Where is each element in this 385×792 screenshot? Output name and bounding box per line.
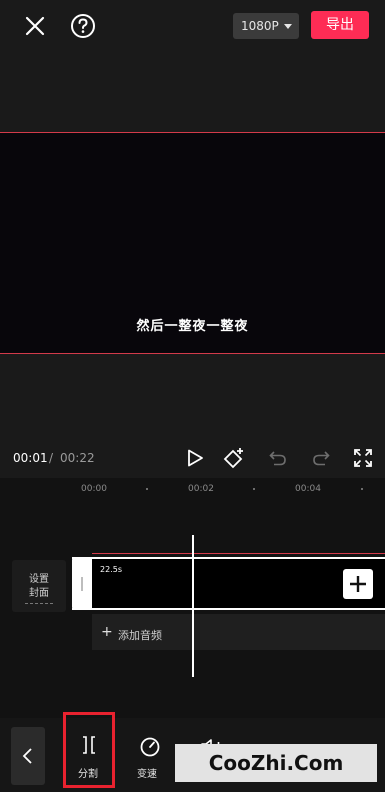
playhead[interactable] bbox=[192, 535, 194, 677]
chevron-left-icon bbox=[22, 748, 32, 764]
close-icon[interactable] bbox=[22, 13, 48, 39]
current-time: 00:01 bbox=[13, 451, 48, 465]
keyframe-icon[interactable] bbox=[222, 446, 246, 470]
trim-handle-grip bbox=[81, 577, 83, 591]
clip-top-marker bbox=[92, 553, 385, 554]
back-button[interactable] bbox=[11, 727, 45, 785]
undo-icon[interactable] bbox=[268, 448, 288, 468]
resolution-dropdown[interactable]: 1080P bbox=[233, 13, 299, 39]
plus-icon: + bbox=[101, 624, 113, 640]
play-icon[interactable] bbox=[185, 448, 205, 468]
cover-label-line1: 设置 bbox=[29, 574, 49, 585]
resolution-label: 1080P bbox=[241, 19, 279, 33]
speed-icon bbox=[140, 737, 160, 757]
split-label: 分割 bbox=[78, 769, 98, 780]
split-icon bbox=[83, 736, 95, 754]
ruler-dot bbox=[361, 488, 363, 490]
clip-duration: 22.5s bbox=[100, 565, 122, 574]
ruler-label: 00:04 bbox=[295, 484, 321, 494]
cover-label-line2: 封面 bbox=[29, 588, 49, 599]
speed-tool-button[interactable]: 变速 bbox=[130, 732, 170, 782]
total-time: 00:22 bbox=[60, 451, 95, 465]
speed-label: 变速 bbox=[137, 769, 157, 780]
add-audio-label: 添加音频 bbox=[118, 629, 162, 642]
help-icon[interactable] bbox=[69, 12, 97, 40]
fullscreen-icon[interactable] bbox=[353, 448, 373, 468]
split-tool-button[interactable]: 分割 bbox=[63, 712, 115, 788]
ruler-label: 00:02 bbox=[188, 484, 214, 494]
ruler-dot bbox=[146, 488, 148, 490]
redo-icon[interactable] bbox=[311, 448, 331, 468]
cover-divider bbox=[25, 603, 53, 605]
time-separator: / bbox=[49, 451, 54, 465]
subtitle-text: 然后一整夜一整夜 bbox=[136, 319, 249, 334]
ruler-label: 00:00 bbox=[81, 484, 107, 494]
caret-down-icon bbox=[284, 24, 292, 29]
add-clip-icon[interactable] bbox=[343, 569, 373, 599]
ruler-dot bbox=[253, 488, 255, 490]
video-preview[interactable]: 然后一整夜一整夜 bbox=[0, 132, 385, 354]
export-button[interactable]: 导出 bbox=[311, 11, 369, 39]
watermark: CooZhi.Com bbox=[175, 744, 377, 782]
set-cover-button[interactable]: 设置 封面 bbox=[12, 560, 66, 612]
